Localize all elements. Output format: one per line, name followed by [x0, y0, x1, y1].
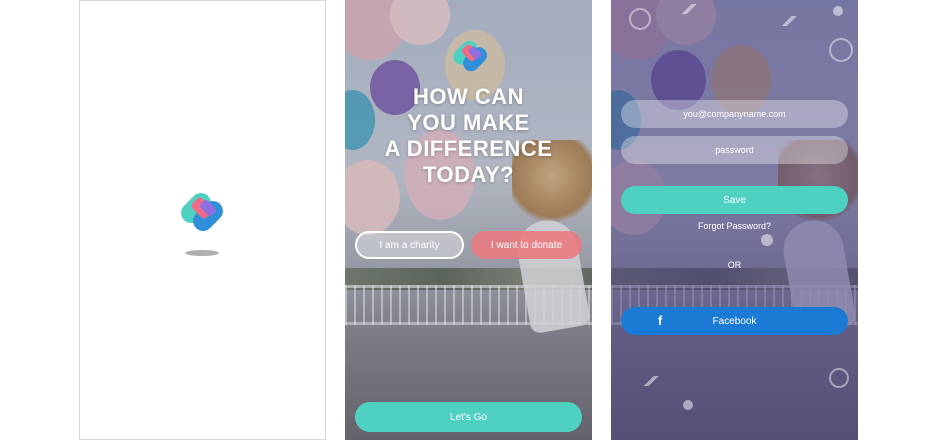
decorative-zigzag: [779, 16, 801, 26]
splash-screen: [79, 0, 326, 440]
app-logo-icon: [175, 184, 231, 240]
decorative-ring: [829, 38, 853, 62]
donate-button[interactable]: I want to donate: [471, 231, 582, 259]
decorative-ring: [629, 8, 651, 30]
password-input[interactable]: password: [621, 136, 848, 164]
decorative-ring: [829, 368, 849, 388]
login-screen: you@companyname.com password Save Forgot…: [611, 0, 858, 440]
headline-line: YOU MAKE: [407, 110, 530, 135]
headline-line: HOW CAN: [412, 84, 525, 109]
headline-line: A DIFFERENCE: [384, 136, 553, 161]
or-divider: OR: [727, 260, 742, 270]
charity-button[interactable]: I am a charity: [355, 231, 464, 259]
decorative-zigzag: [641, 376, 663, 386]
headline-line: TODAY?: [422, 162, 515, 187]
facebook-icon: f: [658, 313, 663, 328]
decorative-zigzag: [679, 4, 701, 14]
facebook-label: Facebook: [712, 315, 757, 327]
headline: HOW CAN YOU MAKE A DIFFERENCE TODAY?: [345, 84, 592, 188]
decorative-dot: [833, 6, 843, 16]
facebook-button[interactable]: f Facebook: [621, 307, 848, 335]
email-input[interactable]: you@companyname.com: [621, 100, 848, 128]
lets-go-button[interactable]: Let's Go: [355, 402, 582, 432]
logo-shadow: [185, 250, 219, 256]
forgot-password-link[interactable]: Forgot Password?: [611, 221, 858, 231]
save-button[interactable]: Save: [621, 186, 848, 214]
decorative-dot: [761, 234, 773, 246]
decorative-dot: [683, 400, 693, 410]
landing-screen: HOW CAN YOU MAKE A DIFFERENCE TODAY? I a…: [345, 0, 592, 440]
app-logo-icon: [449, 34, 494, 79]
